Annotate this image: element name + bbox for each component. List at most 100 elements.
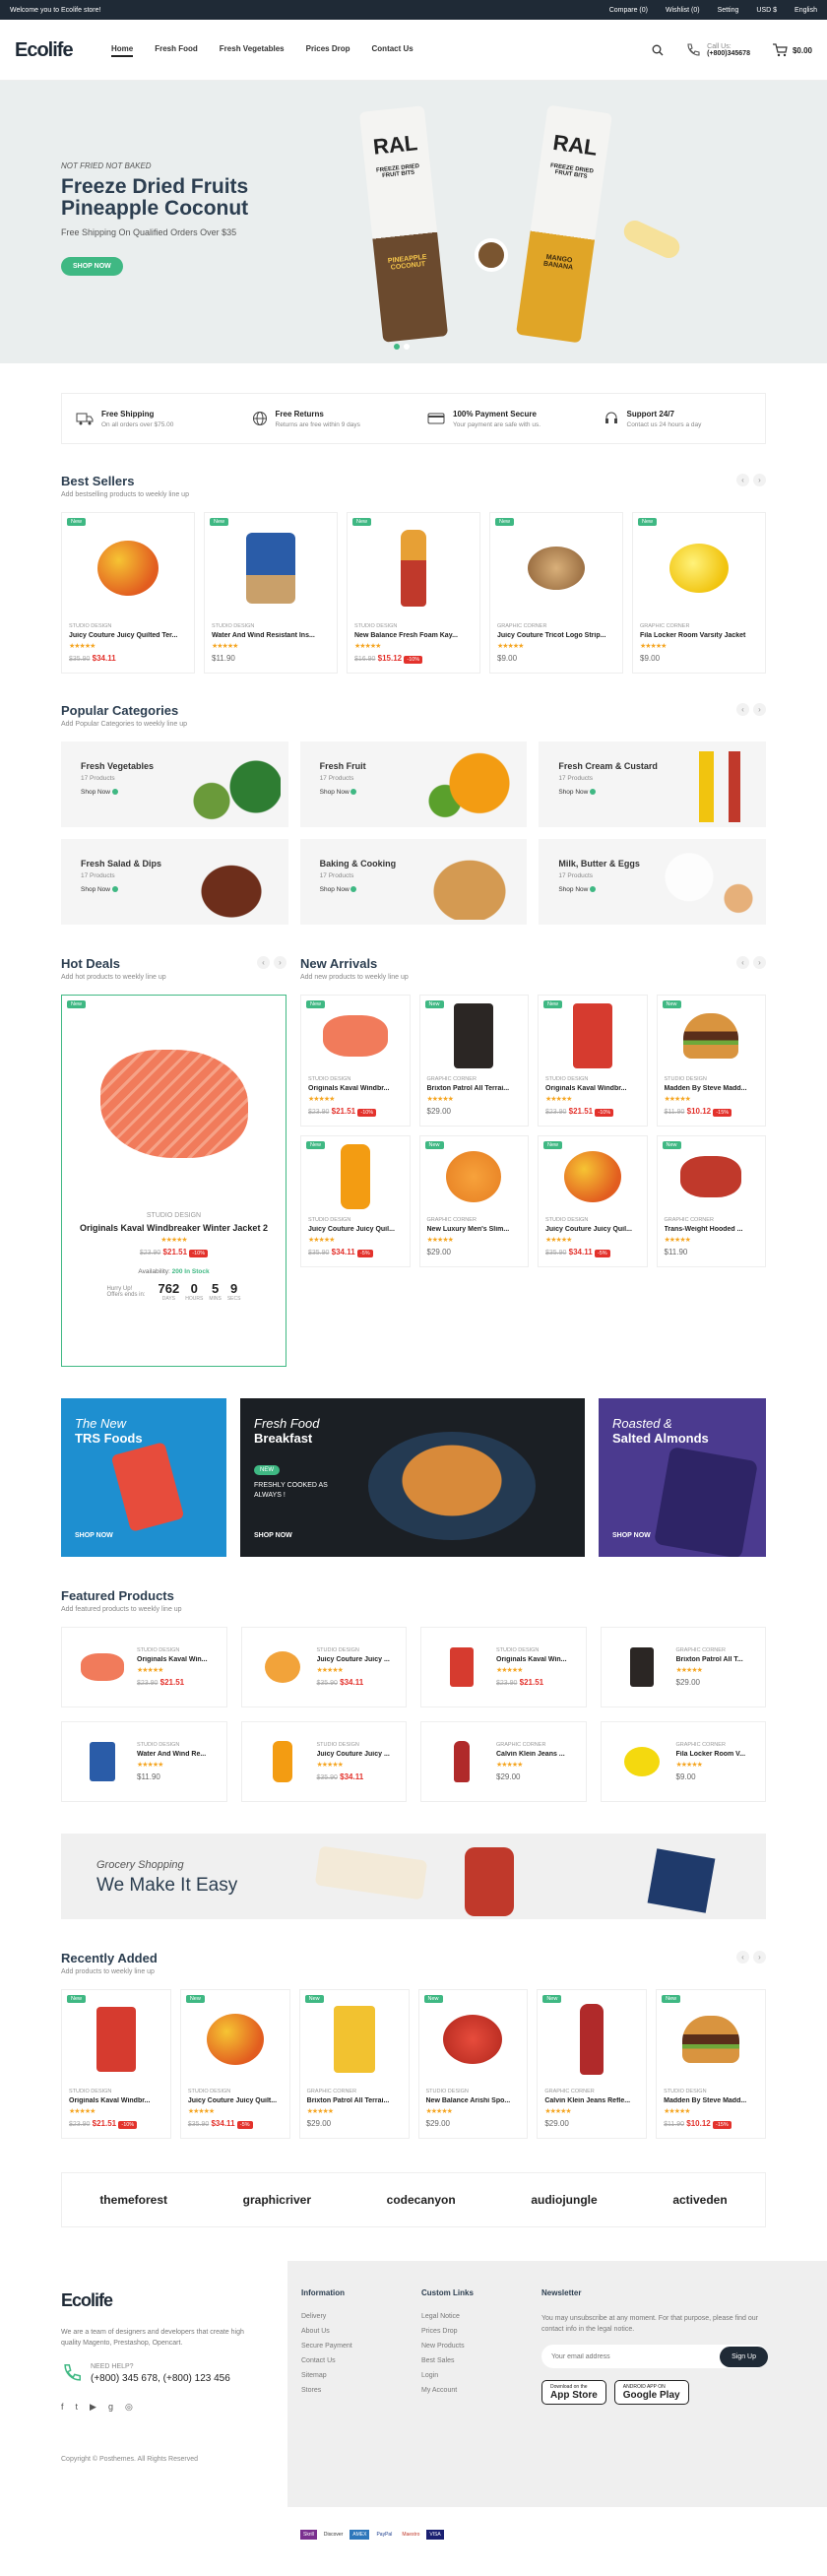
footer-link[interactable]: Login	[421, 2372, 541, 2379]
product-name[interactable]: New Luxury Men's Slim...	[427, 1226, 522, 1233]
product-card[interactable]: STUDIO DESIGN Juicy Couture Juicy ... ★★★★…	[240, 1721, 407, 1802]
product-name[interactable]: Originals Kaval Windbr...	[308, 1085, 403, 1092]
promo-banner-breakfast[interactable]: Fresh Food Breakfast NEW FRESHLY COOKED A…	[240, 1398, 585, 1557]
product-name[interactable]: New Balance Arishi Spo...	[426, 2097, 521, 2104]
product-card[interactable]: New GRAPHIC CORNER Trans-Weight Hooded ...…	[656, 1135, 766, 1267]
product-name[interactable]: Juicy Couture Juicy Quil...	[545, 1226, 640, 1233]
footer-link[interactable]: Stores	[301, 2387, 421, 2394]
product-card[interactable]: New STUDIO DESIGN Juicy Couture Juicy Quil…	[300, 1135, 411, 1267]
brand-logo[interactable]: themeforest	[99, 2193, 167, 2207]
product-name[interactable]: Juicy Couture Juicy ...	[317, 1656, 401, 1663]
banner-shop-link[interactable]: SHOP NOW	[612, 1532, 651, 1539]
product-name[interactable]: Brixton Patrol All T...	[676, 1656, 760, 1663]
promo-banner-trs[interactable]: The New TRS Foods SHOP NOW	[61, 1398, 226, 1557]
footer-link[interactable]: Contact Us	[301, 2357, 421, 2364]
product-name[interactable]: Originals Kaval Win...	[496, 1656, 580, 1663]
cart-button[interactable]: $0.00	[772, 43, 812, 57]
nav-home[interactable]: Home	[111, 44, 134, 57]
banner-shop-link[interactable]: SHOP NOW	[254, 1532, 292, 1539]
app-store-button[interactable]: Download on the App Store	[541, 2380, 606, 2405]
product-name[interactable]: Madden By Steve Madd...	[665, 1085, 759, 1092]
logo[interactable]: Ecolife	[15, 39, 111, 62]
brand-logo[interactable]: codecanyon	[387, 2193, 456, 2207]
footer-link[interactable]: Best Sales	[421, 2357, 541, 2364]
brand-logo[interactable]: activeden	[672, 2193, 727, 2207]
product-name[interactable]: Water And Wind Re...	[137, 1751, 221, 1758]
product-name[interactable]: Juicy Couture Juicy Quilted Ter...	[69, 632, 187, 639]
signup-button[interactable]: Sign Up	[720, 2346, 768, 2367]
product-name[interactable]: New Balance Fresh Foam Kay...	[354, 632, 473, 639]
facebook-icon[interactable]: f	[61, 2402, 64, 2413]
footer-link[interactable]: Secure Payment	[301, 2343, 421, 2350]
nav-prices-drop[interactable]: Prices Drop	[306, 44, 350, 57]
footer-link[interactable]: Legal Notice	[421, 2313, 541, 2320]
product-card[interactable]: New GRAPHIC CORNER Fila Locker Room Varsi…	[632, 512, 766, 674]
setting-dropdown[interactable]: Setting	[718, 7, 739, 14]
hot-deal-card[interactable]: New STUDIO DESIGN Originals Kaval Windbr…	[61, 995, 286, 1367]
category-card[interactable]: Fresh Salad & Dips 17 Products Shop Now	[61, 839, 288, 925]
product-name[interactable]: Brixton Patrol All Terrai...	[427, 1085, 522, 1092]
product-card[interactable]: STUDIO DESIGN Juicy Couture Juicy ... ★★★★…	[240, 1627, 407, 1707]
category-card[interactable]: Fresh Vegetables 17 Products Shop Now	[61, 741, 288, 827]
product-card[interactable]: New STUDIO DESIGN Originals Kaval Windbr..…	[61, 1989, 171, 2139]
banner-shop-link[interactable]: SHOP NOW	[75, 1532, 113, 1539]
prev-arrow-icon[interactable]: ‹	[736, 703, 749, 716]
product-name[interactable]: Fila Locker Room Varsity Jacket	[640, 632, 758, 639]
prev-arrow-icon[interactable]: ‹	[736, 956, 749, 969]
hero-shop-button[interactable]: SHOP NOW	[61, 257, 123, 276]
category-card[interactable]: Milk, Butter & Eggs 17 Products Shop Now	[539, 839, 766, 925]
product-card[interactable]: STUDIO DESIGN Originals Kaval Win... ★★★★★…	[61, 1627, 227, 1707]
search-icon[interactable]	[652, 44, 664, 56]
nav-contact-us[interactable]: Contact Us	[372, 44, 414, 57]
slider-dot[interactable]	[394, 344, 400, 350]
product-card[interactable]: GRAPHIC CORNER Calvin Klein Jeans ... ★★★★…	[420, 1721, 587, 1802]
twitter-icon[interactable]: t	[76, 2402, 79, 2413]
footer-link[interactable]: Prices Drop	[421, 2328, 541, 2335]
product-card[interactable]: New GRAPHIC CORNER Juicy Couture Tricot L…	[489, 512, 623, 674]
footer-link[interactable]: About Us	[301, 2328, 421, 2335]
language-dropdown[interactable]: English	[795, 7, 817, 14]
product-card[interactable]: GRAPHIC CORNER Fila Locker Room V... ★★★★★…	[600, 1721, 766, 1802]
product-name[interactable]: Juicy Couture Juicy ...	[317, 1751, 401, 1758]
product-name[interactable]: Calvin Klein Jeans Refle...	[544, 2097, 639, 2104]
slider-dot[interactable]	[404, 344, 410, 350]
product-card[interactable]: New STUDIO DESIGN Madden By Steve Madd... ★…	[656, 1989, 766, 2139]
product-card[interactable]: New GRAPHIC CORNER Brixton Patrol All Terr…	[298, 1989, 410, 2139]
grocery-banner[interactable]: Grocery Shopping We Make It Easy	[61, 1834, 766, 1919]
product-name[interactable]: Originals Kaval Windbr...	[69, 2097, 163, 2104]
product-card[interactable]: New STUDIO DESIGN Water And Wind Resistan…	[204, 512, 338, 674]
product-card[interactable]: New STUDIO DESIGN Juicy Couture Juicy Quil…	[538, 1135, 648, 1267]
product-card[interactable]: New STUDIO DESIGN Juicy Couture Juicy Quil…	[179, 1989, 290, 2139]
wishlist-link[interactable]: Wishlist (0)	[666, 7, 700, 14]
product-name[interactable]: Originals Kaval Win...	[137, 1656, 221, 1663]
product-card[interactable]: New STUDIO DESIGN Originals Kaval Windbr..…	[300, 995, 411, 1127]
product-card[interactable]: STUDIO DESIGN Originals Kaval Win... ★★★★★…	[420, 1627, 587, 1707]
product-name[interactable]: Water And Wind Resistant Ins...	[212, 632, 330, 639]
next-arrow-icon[interactable]: ›	[753, 474, 766, 486]
footer-logo[interactable]: Ecolife	[61, 2290, 158, 2311]
currency-dropdown[interactable]: USD $	[756, 7, 777, 14]
footer-link[interactable]: New Products	[421, 2343, 541, 2350]
nav-fresh-vegetables[interactable]: Fresh Vegetables	[220, 44, 285, 57]
next-arrow-icon[interactable]: ›	[753, 703, 766, 716]
product-name[interactable]: Juicy Couture Juicy Quilt...	[188, 2097, 283, 2104]
product-card[interactable]: New STUDIO DESIGN Madden By Steve Madd... ★…	[656, 995, 766, 1127]
brand-logo[interactable]: audiojungle	[531, 2193, 597, 2207]
product-card[interactable]: New STUDIO DESIGN Originals Kaval Windbr..…	[538, 995, 648, 1127]
google-play-button[interactable]: ANDROID APP ON Google Play	[613, 2380, 689, 2405]
prev-arrow-icon[interactable]: ‹	[257, 956, 270, 969]
product-name[interactable]: Originals Kaval Windbreaker Winter Jacke…	[62, 1223, 286, 1233]
category-card[interactable]: Fresh Cream & Custard 17 Products Shop Now	[539, 741, 766, 827]
product-name[interactable]: Trans-Weight Hooded ...	[665, 1226, 759, 1233]
footer-link[interactable]: Delivery	[301, 2313, 421, 2320]
brand-logo[interactable]: graphicriver	[243, 2193, 311, 2207]
product-card[interactable]: GRAPHIC CORNER Brixton Patrol All T... ★★★…	[600, 1627, 766, 1707]
category-card[interactable]: Baking & Cooking 17 Products Shop Now	[299, 839, 528, 925]
footer-link[interactable]: My Account	[421, 2387, 541, 2394]
prev-arrow-icon[interactable]: ‹	[736, 474, 749, 486]
product-name[interactable]: Juicy Couture Tricot Logo Strip...	[497, 632, 615, 639]
call-us[interactable]: Call Us: (+800)345678	[685, 42, 750, 58]
category-card[interactable]: Fresh Fruit 17 Products Shop Now	[299, 741, 528, 827]
newsletter-email-input[interactable]	[551, 2352, 721, 2360]
product-name[interactable]: Brixton Patrol All Terrai...	[307, 2097, 402, 2104]
